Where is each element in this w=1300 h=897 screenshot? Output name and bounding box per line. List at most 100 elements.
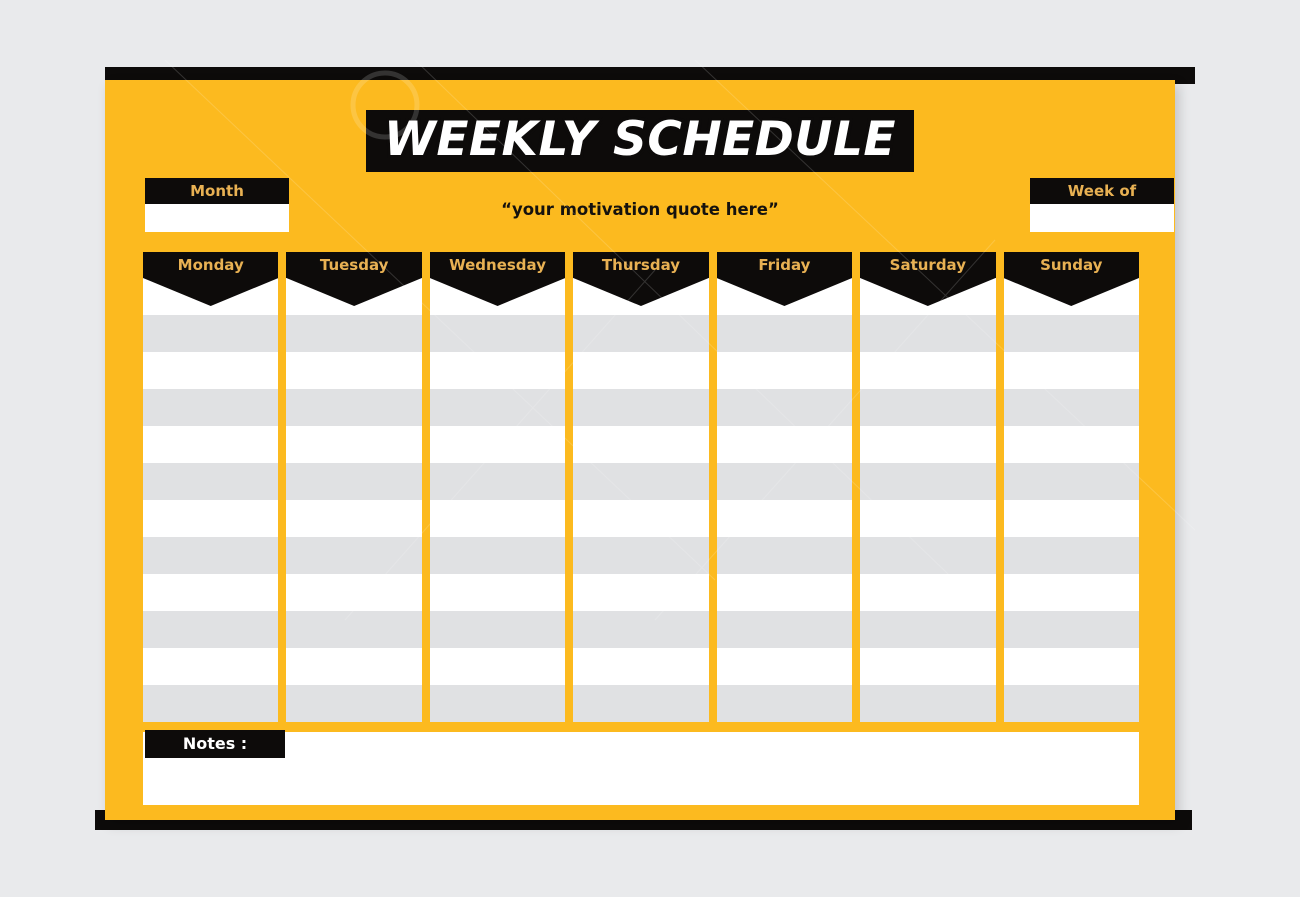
week-of-input[interactable] — [1030, 204, 1174, 232]
day-slot-row[interactable] — [286, 426, 422, 463]
day-slot-row[interactable] — [286, 463, 422, 500]
day-header: Saturday — [860, 252, 996, 306]
day-slot-row[interactable] — [573, 537, 709, 574]
day-slot-row[interactable] — [286, 574, 422, 611]
day-header: Sunday — [1003, 252, 1139, 306]
day-slot-row[interactable] — [860, 648, 996, 685]
day-slot-row[interactable] — [429, 648, 566, 685]
day-slot-row[interactable] — [716, 426, 853, 463]
day-slot-list — [860, 278, 996, 722]
day-slot-row[interactable] — [429, 685, 566, 722]
day-slot-row[interactable] — [1003, 315, 1139, 352]
day-slot-row[interactable] — [286, 685, 422, 722]
day-slot-row[interactable] — [143, 500, 279, 537]
day-slot-row[interactable] — [429, 463, 566, 500]
day-slot-row[interactable] — [716, 537, 853, 574]
page-title-wrapper: WEEKLY SCHEDULE — [105, 110, 1175, 172]
day-slot-row[interactable] — [716, 648, 853, 685]
day-slot-row[interactable] — [429, 500, 566, 537]
day-slot-row[interactable] — [573, 463, 709, 500]
day-slot-row[interactable] — [143, 426, 279, 463]
day-slot-row[interactable] — [1003, 463, 1139, 500]
day-slot-row[interactable] — [143, 352, 279, 389]
day-slot-row[interactable] — [573, 426, 709, 463]
day-slot-row[interactable] — [573, 611, 709, 648]
day-slot-row[interactable] — [716, 500, 853, 537]
day-slot-row[interactable] — [286, 611, 422, 648]
day-slot-row[interactable] — [143, 574, 279, 611]
day-column: Saturday — [860, 252, 996, 722]
day-slot-list — [1003, 278, 1139, 722]
day-slot-row[interactable] — [429, 574, 566, 611]
day-slot-row[interactable] — [1003, 500, 1139, 537]
day-slot-row[interactable] — [573, 500, 709, 537]
day-slot-row[interactable] — [860, 611, 996, 648]
day-header-label: Friday — [758, 256, 811, 274]
day-slot-row[interactable] — [860, 537, 996, 574]
day-slot-row[interactable] — [286, 537, 422, 574]
day-slot-row[interactable] — [286, 352, 422, 389]
page-title: WEEKLY SCHEDULE — [365, 110, 914, 172]
day-slot-row[interactable] — [716, 574, 853, 611]
day-column: Thursday — [573, 252, 709, 722]
week-of-field-label: Week of — [1030, 178, 1174, 204]
day-slot-row[interactable] — [143, 389, 279, 426]
day-slot-row[interactable] — [573, 315, 709, 352]
week-of-field-group: Week of — [1030, 178, 1174, 232]
day-column: Wednesday — [429, 252, 566, 722]
planner-sheet: WEEKLY SCHEDULE “your motivation quote h… — [105, 80, 1175, 820]
day-slot-row[interactable] — [573, 352, 709, 389]
day-header-label: Saturday — [889, 256, 966, 274]
day-slot-row[interactable] — [1003, 685, 1139, 722]
month-field-group: Month — [145, 178, 289, 232]
day-slot-row[interactable] — [143, 537, 279, 574]
day-slot-row[interactable] — [1003, 426, 1139, 463]
day-slot-row[interactable] — [143, 648, 279, 685]
day-slot-row[interactable] — [860, 574, 996, 611]
day-slot-row[interactable] — [1003, 352, 1139, 389]
day-slot-row[interactable] — [1003, 389, 1139, 426]
notes-label: Notes : — [145, 730, 285, 758]
notes-area[interactable]: Notes : — [143, 730, 1139, 805]
day-slot-row[interactable] — [716, 389, 853, 426]
day-header: Tuesday — [286, 252, 422, 306]
day-slot-row[interactable] — [429, 611, 566, 648]
day-slot-row[interactable] — [716, 611, 853, 648]
day-slot-row[interactable] — [286, 500, 422, 537]
day-slot-row[interactable] — [286, 315, 422, 352]
day-slot-row[interactable] — [716, 463, 853, 500]
day-slot-row[interactable] — [860, 500, 996, 537]
day-slot-row[interactable] — [1003, 574, 1139, 611]
day-slot-row[interactable] — [573, 648, 709, 685]
month-input[interactable] — [145, 204, 289, 232]
day-slot-row[interactable] — [286, 648, 422, 685]
day-slot-row[interactable] — [716, 685, 853, 722]
day-slot-row[interactable] — [429, 315, 566, 352]
day-slot-row[interactable] — [860, 315, 996, 352]
day-slot-row[interactable] — [143, 463, 279, 500]
day-slot-row[interactable] — [716, 315, 853, 352]
day-slot-row[interactable] — [573, 389, 709, 426]
day-slot-row[interactable] — [143, 315, 279, 352]
day-slot-row[interactable] — [716, 352, 853, 389]
day-slot-row[interactable] — [286, 389, 422, 426]
day-slot-row[interactable] — [1003, 648, 1139, 685]
day-slot-row[interactable] — [143, 611, 279, 648]
day-slot-row[interactable] — [573, 574, 709, 611]
day-slot-row[interactable] — [860, 685, 996, 722]
day-slot-row[interactable] — [573, 685, 709, 722]
day-slot-row[interactable] — [1003, 537, 1139, 574]
day-slot-row[interactable] — [429, 352, 566, 389]
day-slot-row[interactable] — [429, 389, 566, 426]
day-slot-row[interactable] — [860, 463, 996, 500]
day-slot-row[interactable] — [860, 426, 996, 463]
day-slot-row[interactable] — [1003, 611, 1139, 648]
day-slot-row[interactable] — [860, 352, 996, 389]
day-header-label: Thursday — [601, 256, 681, 274]
day-slot-row[interactable] — [143, 685, 279, 722]
day-column: Sunday — [1003, 252, 1139, 722]
day-slot-row[interactable] — [860, 389, 996, 426]
day-slot-row[interactable] — [429, 537, 566, 574]
day-slot-row[interactable] — [429, 426, 566, 463]
day-column: Tuesday — [286, 252, 422, 722]
